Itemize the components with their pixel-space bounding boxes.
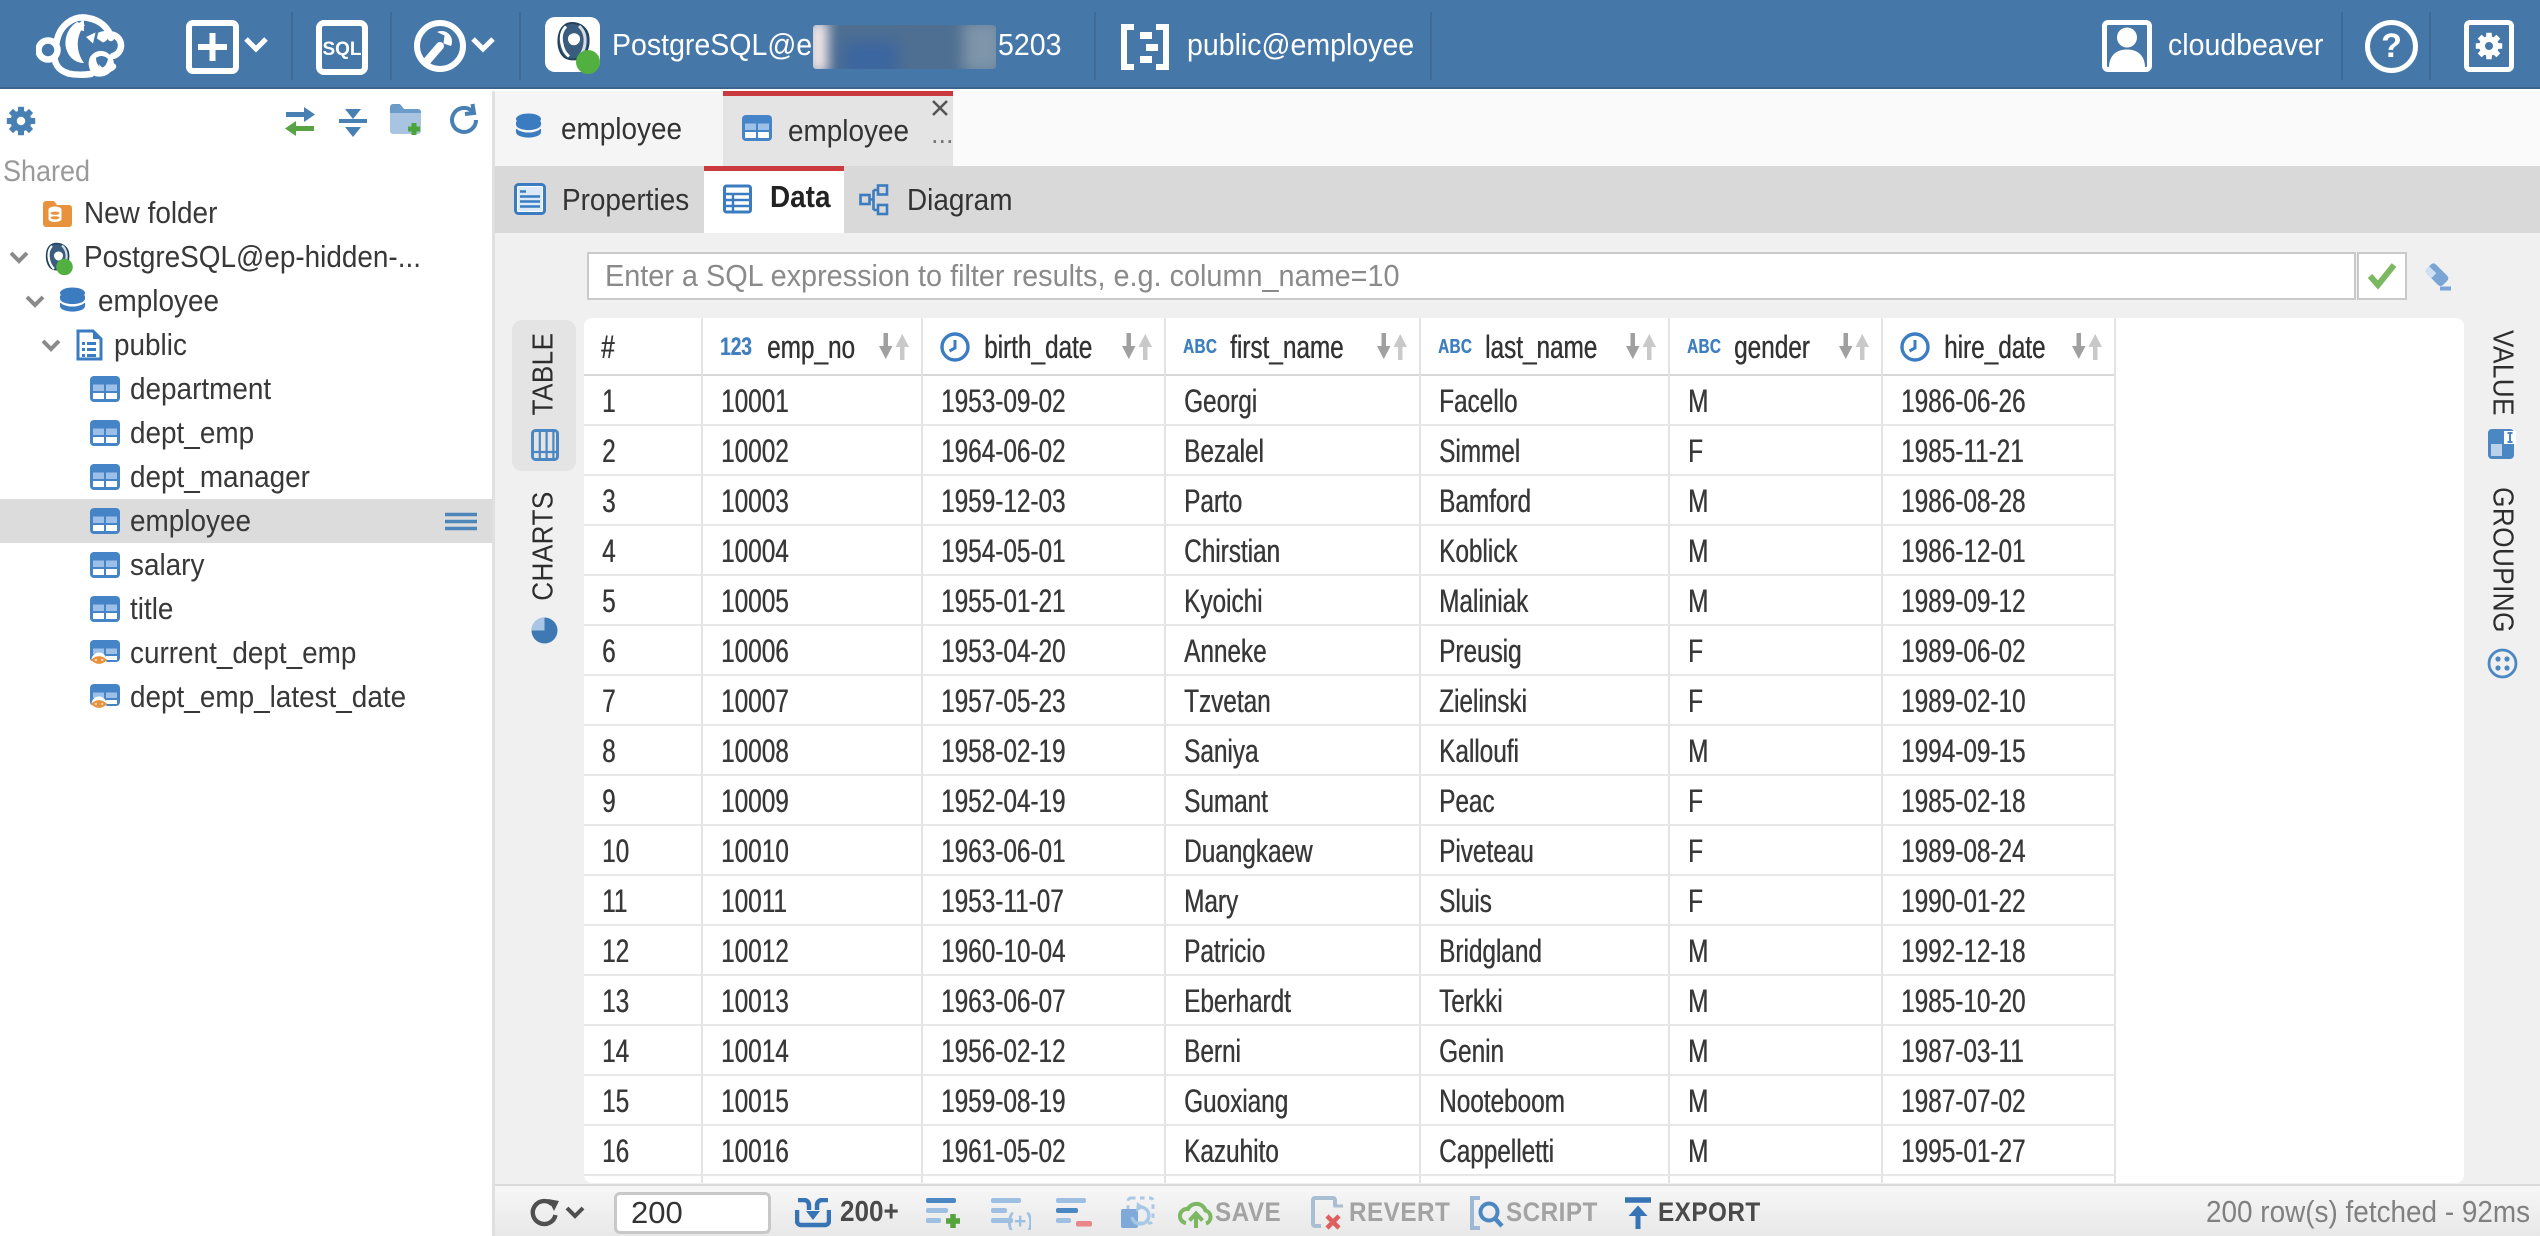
svg-text:?: ? bbox=[2381, 27, 2402, 65]
svg-text:SQL: SQL bbox=[322, 39, 361, 60]
svg-text:(+): (+) bbox=[1007, 1210, 1031, 1230]
